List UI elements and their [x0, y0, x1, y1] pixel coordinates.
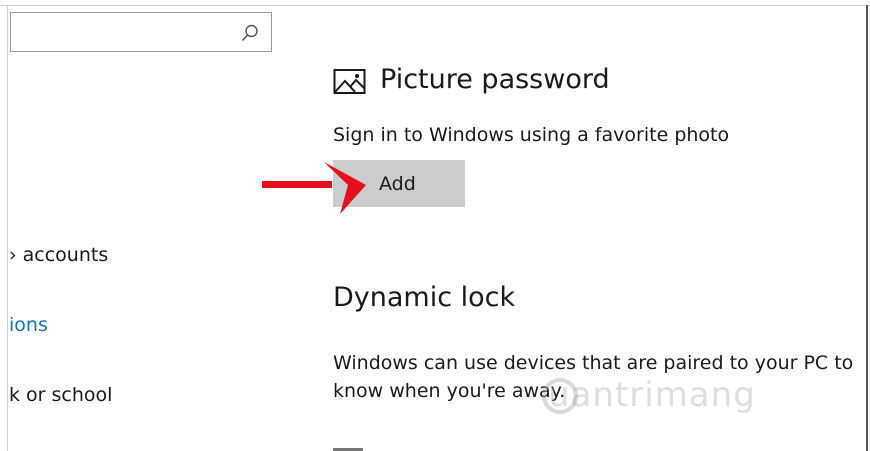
- sidebar-item-sync-accounts[interactable]: › accounts: [9, 243, 108, 267]
- picture-password-description: Sign in to Windows using a favorite phot…: [333, 124, 730, 146]
- window-top-border: [0, 5, 870, 6]
- sidebar-item-sign-in-options[interactable]: ions: [9, 313, 48, 337]
- search-input[interactable]: [10, 12, 272, 52]
- sidebar-item-access-work-or-school[interactable]: k or school: [9, 383, 112, 407]
- window-right-border: [866, 5, 868, 451]
- picture-icon: [333, 69, 366, 94]
- picture-password-title: Picture password: [380, 64, 610, 95]
- dynamic-lock-title: Dynamic lock: [333, 282, 516, 313]
- watermark: uantrimang: [548, 375, 756, 415]
- red-arrow-annotation: [262, 162, 366, 214]
- search-icon[interactable]: [241, 24, 259, 42]
- sidebar-divider: [7, 5, 8, 451]
